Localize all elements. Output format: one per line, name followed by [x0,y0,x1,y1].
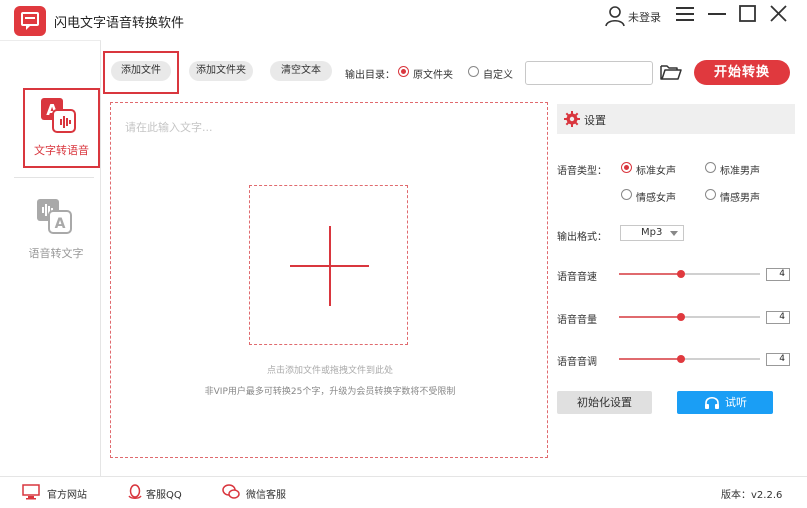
radio-label: 标准女声 [636,166,676,177]
slider-fill [619,273,682,275]
format-select[interactable]: Mp3 [620,225,684,241]
qq-icon[interactable] [126,484,144,500]
radio-label: 情感女声 [636,193,676,204]
official-website-link[interactable]: 官方网站 [47,486,87,501]
title-bar: 闪电文字语音转换软件 未登录 [0,0,807,40]
app-title: 闪电文字语音转换软件 [54,16,185,31]
add-file-button[interactable]: 添加文件 [111,61,171,81]
radio-label: 标准男声 [720,166,760,177]
sidebar-item-label: 语音转文字 [28,247,84,260]
qq-support-link[interactable]: 客服QQ [146,486,182,501]
menu-icon[interactable] [676,6,694,22]
volume-slider[interactable] [619,313,760,321]
reset-settings-button[interactable]: 初始化设置 [557,391,652,414]
login-status[interactable]: 未登录 [628,9,661,25]
text-editor[interactable]: 请在此输入文字... 点击添加文件或拖拽文件到此处 非VIP用户最多可转换25个… [110,102,548,458]
add-folder-button[interactable]: 添加文件夹 [189,61,253,81]
output-dir-label: 输出目录： [345,70,395,81]
start-convert-button[interactable]: 开始转换 [694,60,790,85]
speed-slider[interactable] [619,270,760,278]
listen-button[interactable]: 试听 [677,391,773,414]
volume-label: 语音音量 [557,315,597,326]
radio-original-folder[interactable] [398,66,409,77]
format-value: Mp3 [641,227,663,238]
version-label: 版本：v2.2.6 [721,490,783,501]
speed-value[interactable]: 4 [766,268,790,281]
clear-text-button[interactable]: 清空文本 [270,61,332,81]
pitch-slider[interactable] [619,355,760,363]
sidebar-divider [14,177,94,178]
slider-thumb[interactable] [677,355,686,363]
slider-fill [619,316,682,318]
radio-label: 原文件夹 [413,70,453,81]
radio-voice-emotional-male[interactable] [705,189,716,200]
radio-voice-standard-female[interactable] [621,162,632,173]
monitor-icon[interactable] [22,484,40,500]
speech-to-text-icon: A [37,199,72,234]
slider-thumb[interactable] [677,313,686,321]
maximize-icon[interactable] [739,5,756,22]
pitch-label: 语音音调 [557,357,597,368]
listen-label: 试听 [725,396,747,409]
drop-hint: 点击添加文件或拖拽文件到此处 [266,366,393,376]
vip-hint: 非VIP用户最多可转换25个字，升级为会员转换字数将不受限制 [204,387,456,397]
pitch-value[interactable]: 4 [766,353,790,366]
settings-header: 设置 [557,104,795,134]
plus-icon [329,226,331,306]
text-to-speech-icon: A [41,98,76,133]
output-path-input[interactable] [525,61,653,85]
gear-icon [564,111,580,127]
output-format-label: 输出格式： [557,232,607,243]
svg-text:A: A [55,216,66,232]
voice-type-label: 语音类型： [557,166,607,177]
wechat-support-link[interactable]: 微信客服 [246,486,286,501]
volume-value[interactable]: 4 [766,311,790,324]
close-icon[interactable] [770,5,787,22]
slider-thumb[interactable] [677,270,686,278]
footer: 官方网站 客服QQ 微信客服 版本：v2.2.6 [0,476,807,508]
folder-open-icon[interactable] [660,63,682,81]
settings-title: 设置 [584,114,606,127]
app-logo-icon [14,6,46,36]
chevron-down-icon [670,231,678,236]
headphones-icon [705,396,719,409]
sidebar: A 文字转语音 A 语音转文字 [0,40,101,476]
radio-label: 自定义 [483,70,513,81]
sidebar-item-label: 文字转语音 [34,144,89,157]
radio-label: 情感男声 [720,193,760,204]
radio-voice-emotional-female[interactable] [621,189,632,200]
user-icon[interactable] [604,5,626,27]
editor-placeholder: 请在此输入文字... [125,121,213,134]
minimize-icon[interactable] [708,6,726,22]
radio-custom-folder[interactable] [468,66,479,77]
sidebar-item-speech-to-text[interactable]: A 语音转文字 [14,191,98,271]
slider-fill [619,358,682,360]
wechat-icon[interactable] [222,484,240,500]
sidebar-item-text-to-speech[interactable]: A 文字转语音 [23,88,100,168]
radio-voice-standard-male[interactable] [705,162,716,173]
drop-zone[interactable] [249,185,408,345]
speed-label: 语音音速 [557,272,597,283]
